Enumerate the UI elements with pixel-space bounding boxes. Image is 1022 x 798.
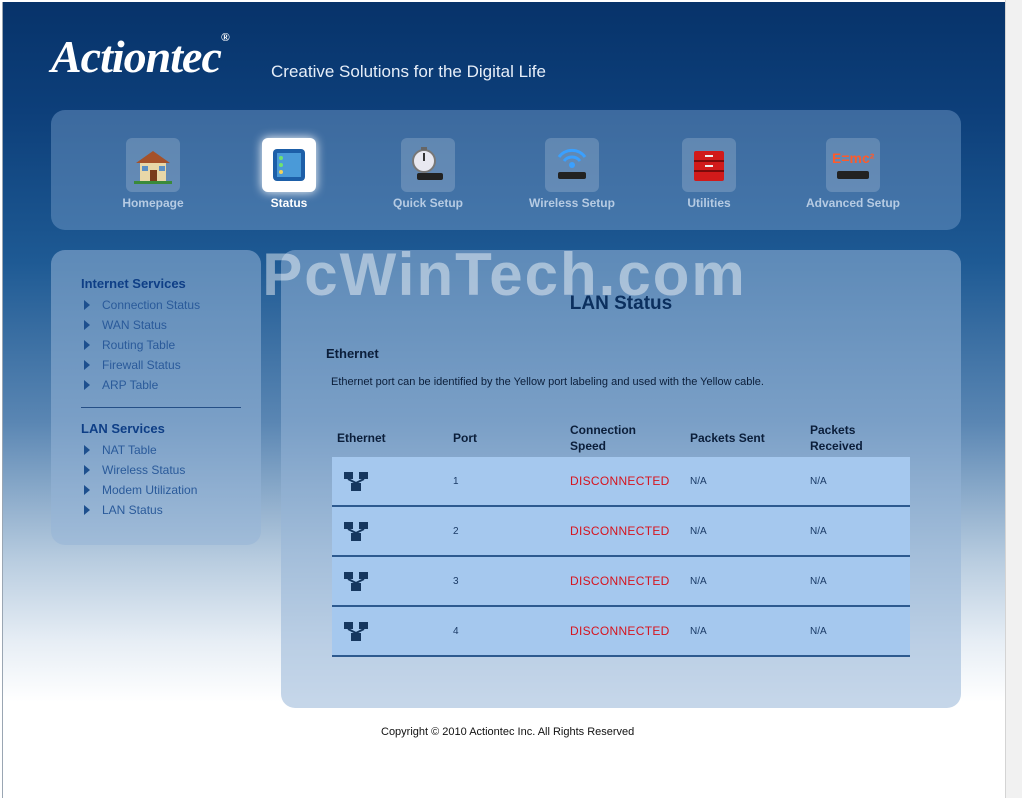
port-number: 3 (453, 575, 459, 587)
toolbox-icon (682, 138, 736, 192)
col-packets-received: Packets Received (810, 423, 863, 453)
connection-status: DISCONNECTED (570, 624, 670, 638)
packets-received: N/A (810, 575, 827, 587)
port-number: 4 (453, 625, 459, 637)
table-row: 3 DISCONNECTED N/A N/A (332, 557, 910, 607)
sidebar-item-modem-utilization[interactable]: Modem Utilization (81, 480, 197, 500)
internet-services-list: Connection Status WAN Status Routing Tab… (81, 295, 200, 395)
lan-services-list: NAT Table Wireless Status Modem Utilizat… (81, 440, 197, 520)
sidebar-item-nat-table[interactable]: NAT Table (81, 440, 197, 460)
arrow-right-icon (84, 360, 90, 370)
lan-services-title: LAN Services (81, 421, 165, 436)
nav-status[interactable]: Status (229, 138, 349, 210)
svg-text:E=mc²: E=mc² (832, 150, 875, 166)
col-port: Port (453, 431, 477, 445)
col-packets-sent: Packets Sent (690, 431, 765, 445)
status-icon (262, 138, 316, 192)
connection-status: DISCONNECTED (570, 474, 670, 488)
arrow-right-icon (84, 465, 90, 475)
nav-quick-setup[interactable]: Quick Setup (368, 138, 488, 210)
sidebar-divider (81, 407, 241, 408)
packets-sent: N/A (690, 525, 707, 537)
arrow-right-icon (84, 505, 90, 515)
arrow-right-icon (84, 380, 90, 390)
packets-sent: N/A (690, 625, 707, 637)
connection-status: DISCONNECTED (570, 574, 670, 588)
house-icon (126, 138, 180, 192)
col-connection-speed: Connection Speed (570, 423, 636, 453)
sidebar-item-lan-status[interactable]: LAN Status (81, 500, 197, 520)
main-panel: LAN Status Ethernet Ethernet port can be… (281, 250, 961, 708)
vertical-scrollbar[interactable] (1005, 0, 1022, 798)
port-number: 2 (453, 525, 459, 537)
ethernet-port-icon (342, 607, 370, 655)
sidebar-item-routing-table[interactable]: Routing Table (81, 335, 200, 355)
sidebar-item-wan-status[interactable]: WAN Status (81, 315, 200, 335)
wireless-icon (545, 138, 599, 192)
sidebar-item-arp-table[interactable]: ARP Table (81, 375, 200, 395)
nav-wireless-setup[interactable]: Wireless Setup (512, 138, 632, 210)
lan-table: 1 DISCONNECTED N/A N/A 2 DISCONNECTED N/… (332, 457, 910, 657)
ethernet-port-icon (342, 507, 370, 555)
packets-received: N/A (810, 625, 827, 637)
arrow-right-icon (84, 340, 90, 350)
packets-received: N/A (810, 475, 827, 487)
table-row: 4 DISCONNECTED N/A N/A (332, 607, 910, 657)
nav-utilities[interactable]: Utilities (649, 138, 769, 210)
connection-status: DISCONNECTED (570, 524, 670, 538)
section-description: Ethernet port can be identified by the Y… (331, 376, 764, 388)
emc2-icon: E=mc² (826, 138, 880, 192)
col-ethernet: Ethernet (337, 431, 386, 445)
arrow-right-icon (84, 485, 90, 495)
watermark: PcWinTech.com (262, 241, 747, 308)
actiontec-logo: Actiontec® (51, 30, 230, 82)
packets-received: N/A (810, 525, 827, 537)
packets-sent: N/A (690, 475, 707, 487)
table-header: Ethernet Port Connection Speed Packets Se… (332, 420, 910, 456)
stopwatch-icon (401, 138, 455, 192)
ethernet-port-icon (342, 557, 370, 605)
port-number: 1 (453, 475, 459, 487)
arrow-right-icon (84, 320, 90, 330)
tagline: Creative Solutions for the Digital Life (271, 62, 546, 81)
page: Actiontec® Creative Solutions for the Di… (2, 2, 1006, 798)
sidebar-item-wireless-status[interactable]: Wireless Status (81, 460, 197, 480)
packets-sent: N/A (690, 575, 707, 587)
table-row: 1 DISCONNECTED N/A N/A (332, 457, 910, 507)
table-row: 2 DISCONNECTED N/A N/A (332, 507, 910, 557)
copyright: Copyright © 2010 Actiontec Inc. All Righ… (381, 726, 635, 738)
arrow-right-icon (84, 445, 90, 455)
section-title: Ethernet (326, 346, 379, 361)
sidebar-item-firewall-status[interactable]: Firewall Status (81, 355, 200, 375)
ethernet-port-icon (342, 457, 370, 505)
main-nav: Homepage Status Quick Setup Wireless Set… (51, 110, 961, 230)
nav-advanced-setup[interactable]: E=mc² Advanced Setup (793, 138, 913, 210)
nav-homepage[interactable]: Homepage (93, 138, 213, 210)
